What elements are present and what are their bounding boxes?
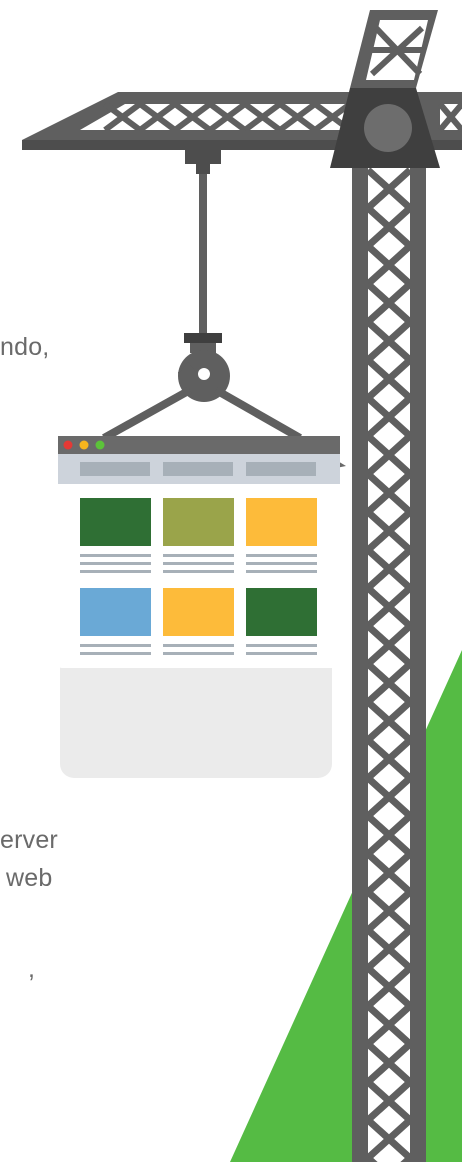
browser-window-illustration	[58, 436, 346, 668]
text-fragment-1: ndo,	[0, 333, 50, 361]
nav-item	[163, 462, 233, 476]
text-fragment-2: erver	[0, 826, 58, 854]
crane-illustration	[22, 10, 462, 1162]
crane-pivot-icon	[364, 104, 412, 152]
tile-text-lines	[80, 554, 317, 573]
text-fragment-3: web	[6, 864, 53, 892]
window-minimize-dot	[79, 440, 89, 450]
tile-yellow	[246, 498, 317, 546]
window-maximize-dot	[95, 440, 105, 450]
tile-blue	[80, 588, 151, 636]
tile-dark-green	[80, 498, 151, 546]
nav-item	[246, 462, 316, 476]
crane-cab	[330, 10, 440, 168]
tile-dark-green	[246, 588, 317, 636]
tile-yellow	[163, 588, 234, 636]
crane-tower	[352, 150, 426, 1162]
nav-item	[80, 462, 150, 476]
window-close-dot	[63, 440, 73, 450]
tile-olive	[163, 498, 234, 546]
hook-icon	[102, 150, 302, 442]
text-fragment-4: ,	[28, 955, 36, 983]
